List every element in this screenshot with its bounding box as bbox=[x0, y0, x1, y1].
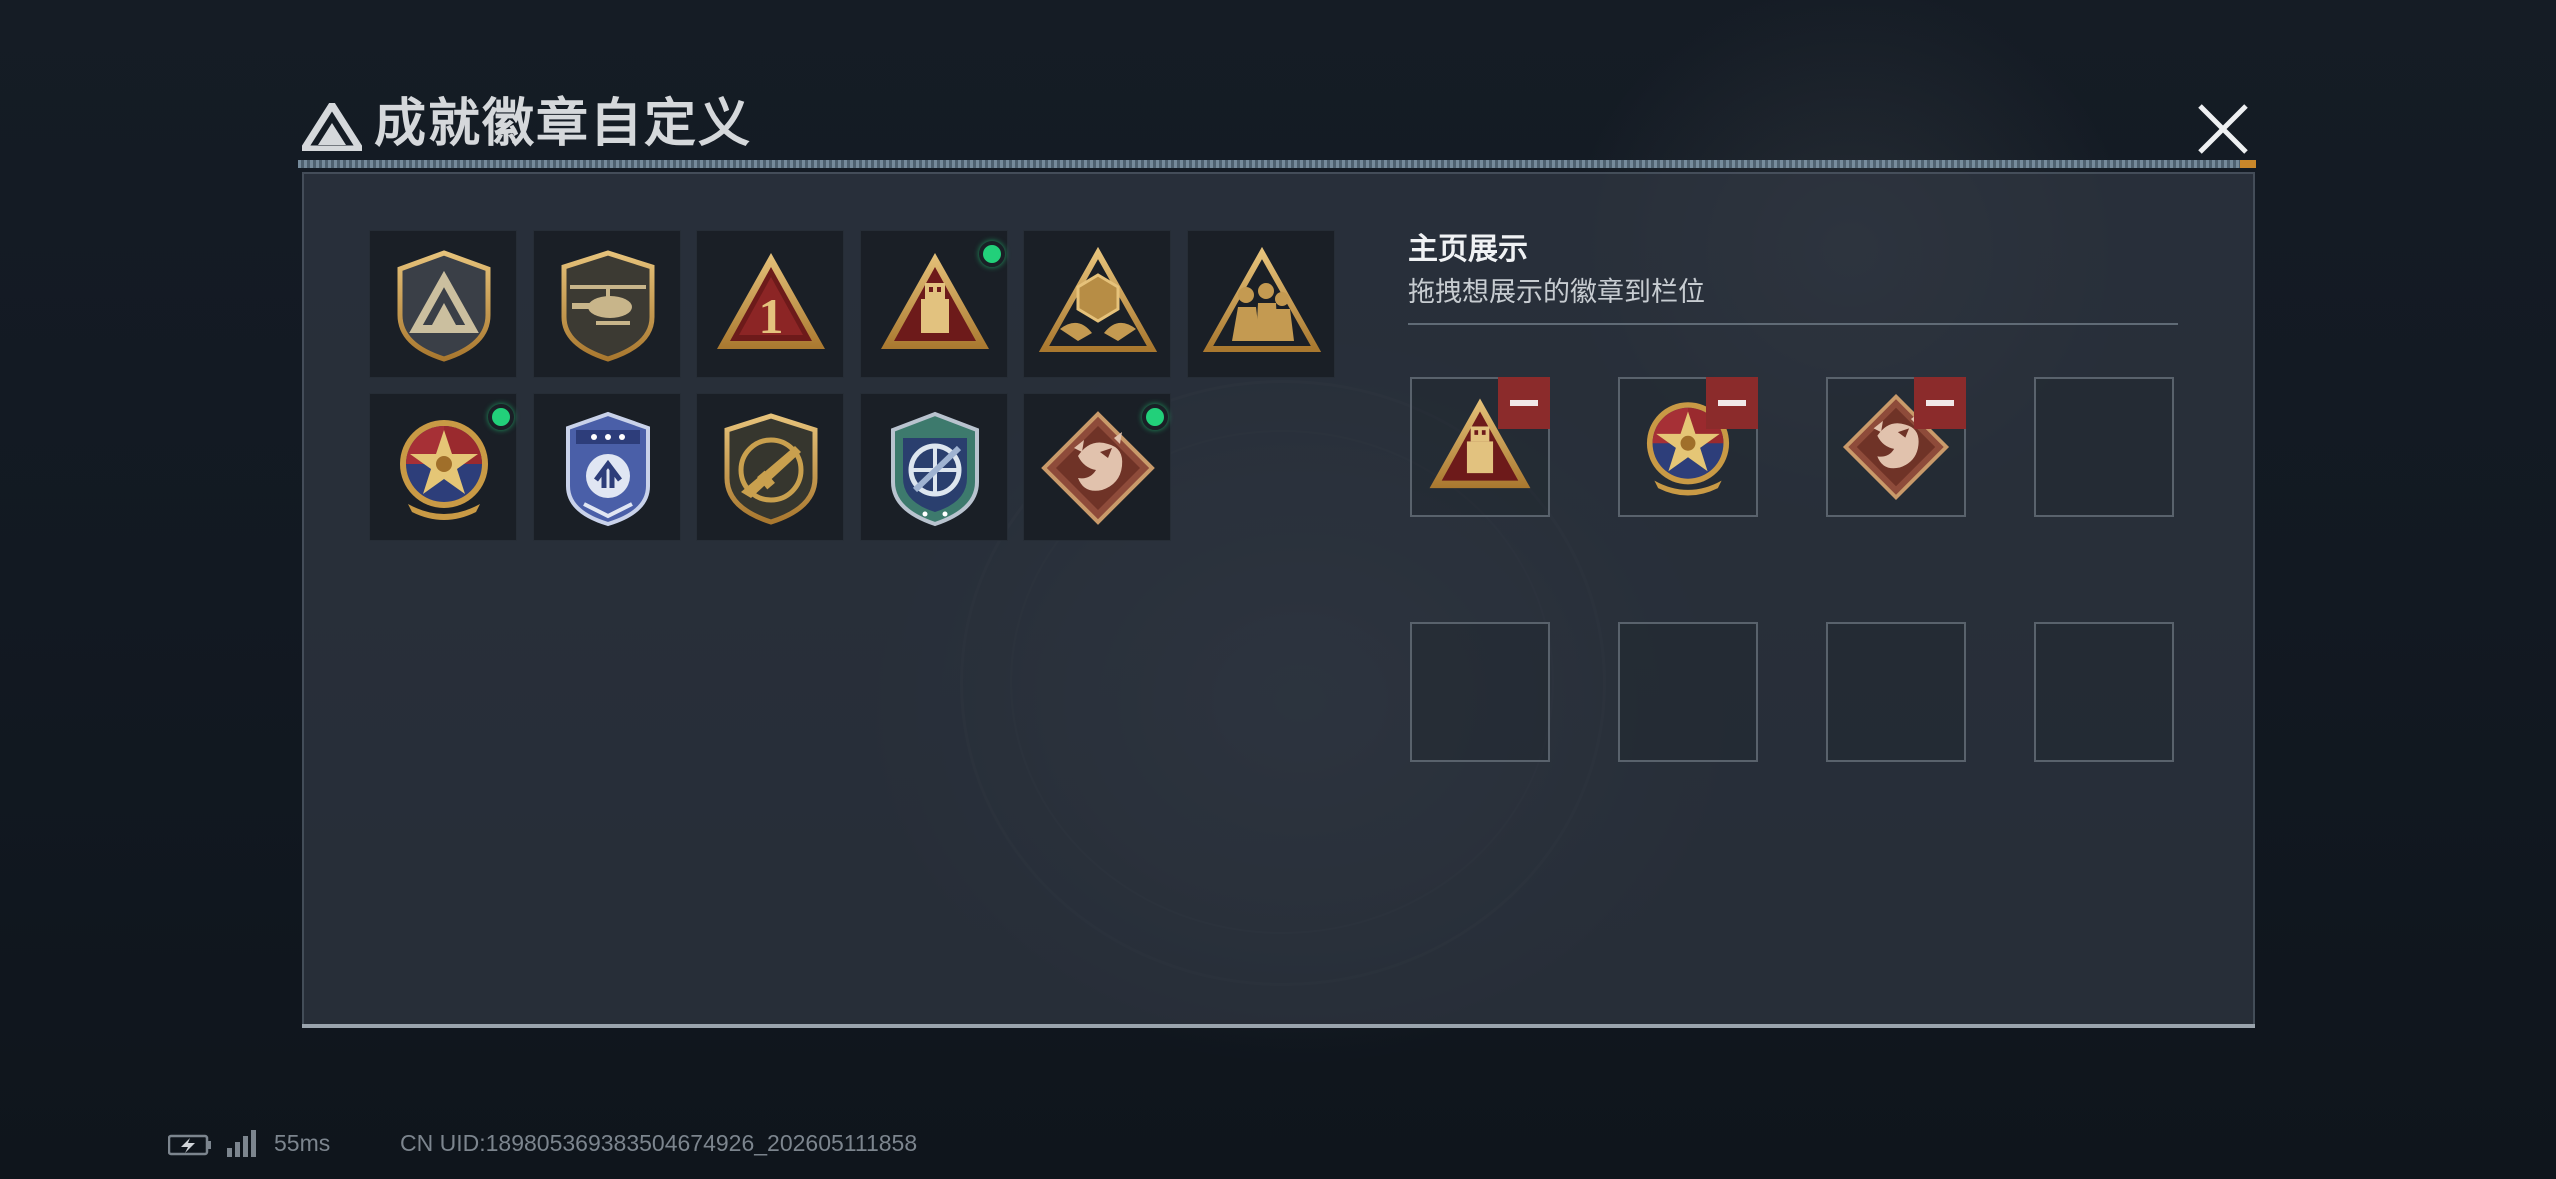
police-badge-icon bbox=[548, 408, 668, 528]
signal-icon bbox=[227, 1130, 256, 1157]
new-indicator-dot bbox=[1142, 404, 1168, 430]
badge-tile[interactable] bbox=[369, 230, 517, 378]
showcase-title: 主页展示 bbox=[1408, 233, 1528, 266]
badge-tile[interactable] bbox=[1023, 230, 1171, 378]
panel-bottom-border bbox=[302, 1024, 2255, 1028]
battery-charging-icon bbox=[168, 1134, 211, 1156]
page-title: 成就徽章自定义 bbox=[374, 95, 753, 153]
badge-tile[interactable] bbox=[532, 230, 681, 378]
ping-text: 55ms bbox=[274, 1130, 331, 1156]
new-indicator-dot bbox=[488, 404, 514, 430]
soldiers-triangle-icon bbox=[1202, 245, 1322, 365]
showcase-hint: 拖拽想展示的徽章到栏位 bbox=[1408, 277, 1705, 307]
badge-tile[interactable] bbox=[859, 393, 1008, 541]
star-medal-icon bbox=[384, 408, 504, 528]
showcase-slot-empty[interactable] bbox=[1410, 622, 1550, 762]
new-indicator-dot bbox=[978, 241, 1005, 267]
badge-tile[interactable] bbox=[532, 393, 681, 541]
remove-badge-button[interactable] bbox=[1914, 377, 1966, 429]
dragon-diamond-icon bbox=[1038, 408, 1158, 528]
badge-tile[interactable] bbox=[1186, 230, 1335, 378]
target-shield-icon bbox=[875, 408, 995, 528]
showcase-slot-filled[interactable] bbox=[1410, 377, 1550, 517]
showcase-slot-empty[interactable] bbox=[1618, 622, 1758, 762]
rifle-shield-icon bbox=[711, 408, 831, 528]
helicopter-shield-icon bbox=[548, 245, 668, 365]
showcase-slot-filled[interactable] bbox=[1826, 377, 1966, 517]
showcase-divider bbox=[1408, 323, 2178, 325]
showcase-slot-empty[interactable] bbox=[2034, 377, 2174, 517]
close-icon[interactable] bbox=[2188, 94, 2258, 164]
badge-tile[interactable] bbox=[859, 230, 1008, 378]
triangle-emblem-shield-icon bbox=[384, 245, 504, 365]
number-one-triangle-icon bbox=[711, 245, 831, 365]
badge-tile[interactable] bbox=[1023, 393, 1171, 541]
showcase-slot-empty[interactable] bbox=[2034, 622, 2174, 762]
badge-tile[interactable] bbox=[369, 393, 517, 541]
hands-globe-triangle-icon bbox=[1038, 245, 1158, 365]
showcase-slot-empty[interactable] bbox=[1826, 622, 1966, 762]
uid-text: CN UID:189805369383504674926_20260511185… bbox=[400, 1130, 918, 1156]
badge-tile[interactable] bbox=[696, 393, 844, 541]
delta-logo-icon bbox=[302, 103, 362, 151]
header-divider-accent bbox=[2240, 160, 2256, 168]
usb-drive-triangle-icon bbox=[875, 245, 995, 365]
showcase-slot-filled[interactable] bbox=[1618, 377, 1758, 517]
remove-badge-button[interactable] bbox=[1706, 377, 1758, 429]
badge-tile[interactable] bbox=[696, 230, 844, 378]
remove-badge-button[interactable] bbox=[1498, 377, 1550, 429]
header-divider bbox=[298, 160, 2256, 168]
